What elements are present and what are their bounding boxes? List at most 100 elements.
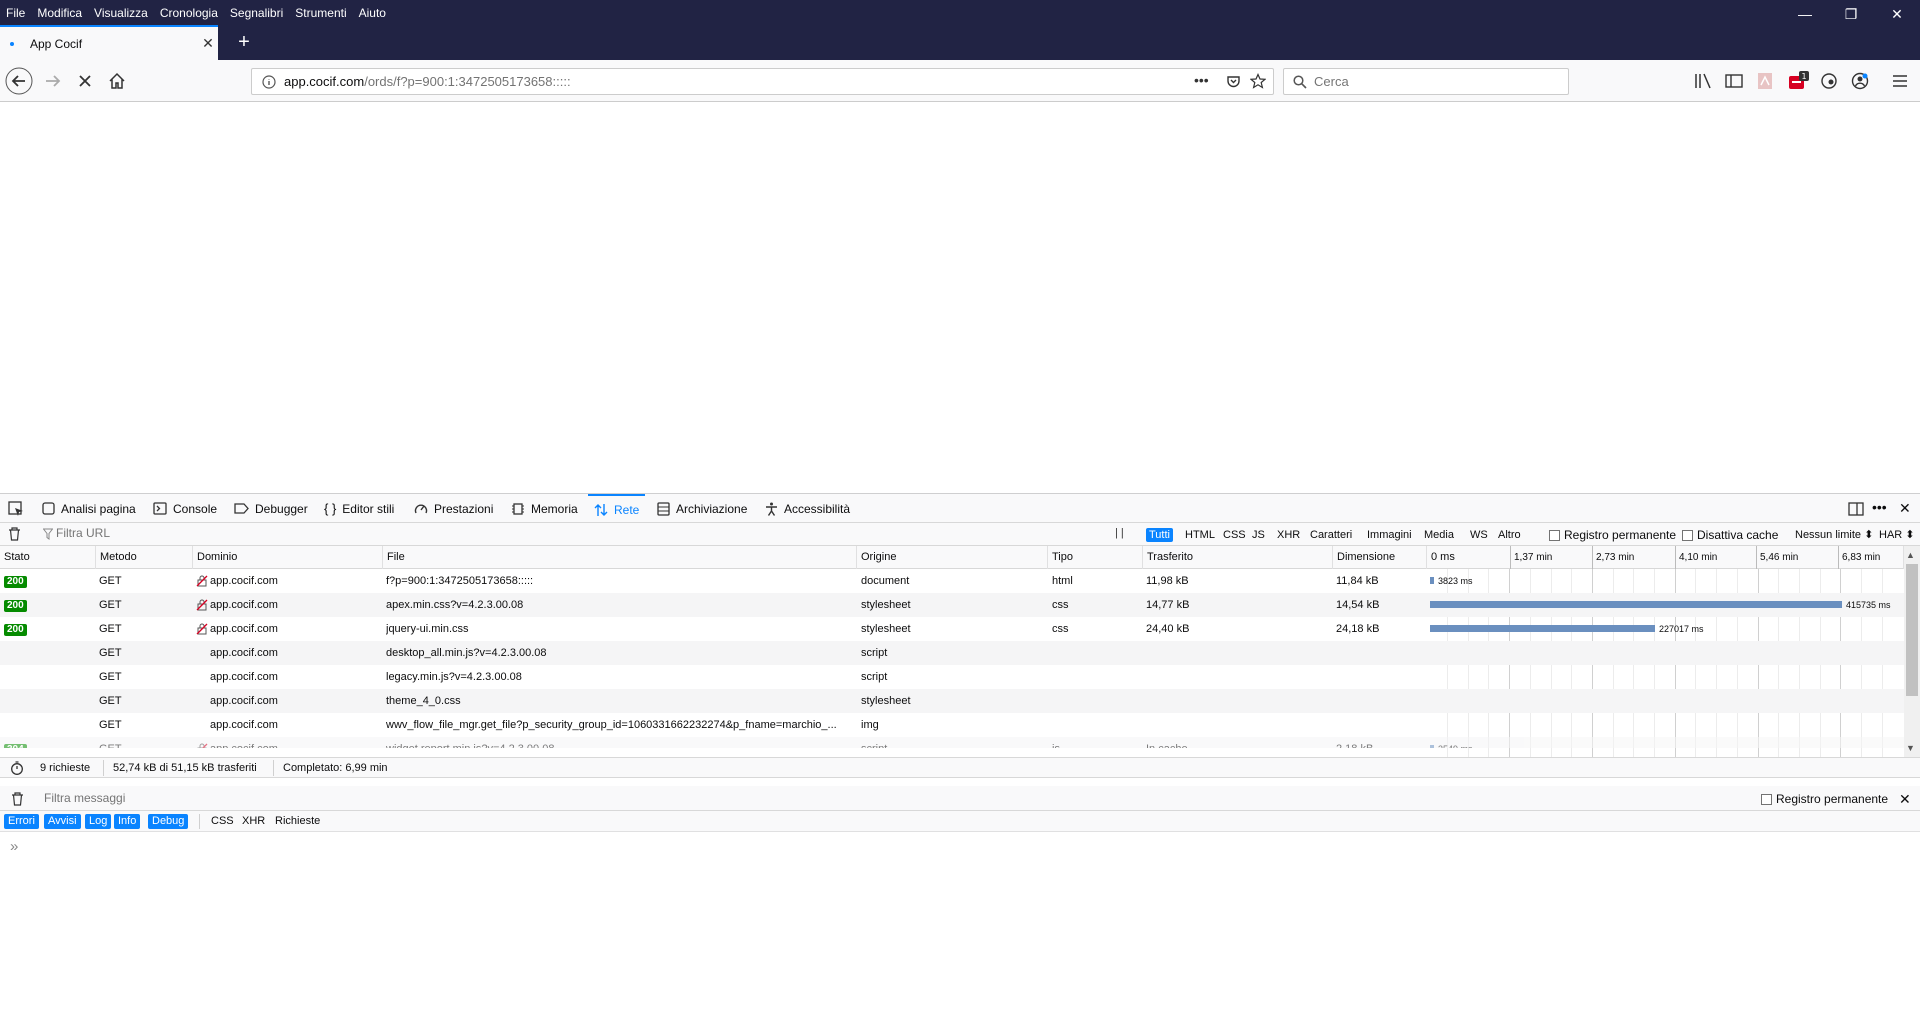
search-bar[interactable] [1283,68,1569,95]
persist-log-checkbox[interactable]: Registro permanente [1549,528,1676,542]
menu-modifica[interactable]: Modifica [31,6,88,20]
tab-archiviazione[interactable]: Archiviazione [657,494,747,523]
tab-debugger[interactable]: Debugger [234,494,308,523]
library-icon[interactable] [1694,73,1712,89]
filter-tutti[interactable]: Tutti [1146,528,1173,542]
filter-xhr[interactable]: XHR [1274,528,1303,542]
table-row[interactable]: 200 GET app.cocif.com jquery-ui.min.css styl… [0,617,1904,641]
col-dominio-header[interactable]: Dominio [193,546,383,569]
filter-caratteri[interactable]: Caratteri [1307,528,1355,542]
url-bar[interactable]: app.cocif.com/ords/f?p=900:1:34725051736… [251,68,1274,95]
filter-media[interactable]: Media [1421,528,1457,542]
close-tab-icon[interactable]: ✕ [198,35,218,52]
sidebar-icon[interactable] [1725,73,1743,89]
bookmark-star-icon[interactable] [1250,73,1266,89]
menu-file[interactable]: File [0,6,31,20]
col-timeline-header[interactable]: 0 ms [1427,546,1904,569]
filter-immagini[interactable]: Immagini [1364,528,1415,542]
back-button[interactable] [4,66,34,96]
close-split-console-icon[interactable]: ✕ [1899,791,1911,808]
menu-cronologia[interactable]: Cronologia [154,6,224,20]
filter-messages-input[interactable] [44,791,444,805]
filter-ws[interactable]: WS [1467,528,1491,542]
level-info[interactable]: Info [114,814,141,829]
tab-rete[interactable]: Rete [588,494,646,523]
category-css[interactable]: CSS [207,814,238,829]
transferred-cell [1146,689,1329,713]
extension-badge-icon[interactable]: 1 [1788,71,1810,91]
menu-visualizza[interactable]: Visualizza [88,6,154,20]
browser-tab[interactable]: App Cocif ✕ [0,25,218,60]
stop-button[interactable] [70,66,100,96]
category-xhr[interactable]: XHR [238,814,269,829]
col-stato-header[interactable]: Stato [0,546,96,569]
level-errori[interactable]: Errori [4,814,39,829]
page-content[interactable] [0,102,1920,493]
filter-url-input[interactable] [56,526,356,540]
col-dimensione-header[interactable]: Dimensione [1333,546,1427,569]
table-scrollbar[interactable]: ▲ ▼ [1904,546,1920,757]
pause-icon[interactable]: | | [1115,527,1124,539]
tab-editor-stili[interactable]: { } Editor stili [324,494,394,523]
scroll-down-icon[interactable]: ▼ [1906,743,1915,753]
info-icon[interactable] [262,75,276,89]
tab-analisi-pagina[interactable]: Analisi pagina [42,494,136,523]
filter-html[interactable]: HTML [1182,528,1218,542]
account-icon[interactable] [1851,72,1869,90]
table-row[interactable]: 200 GET app.cocif.com f?p=900:1:34725051736… [0,569,1904,593]
search-input[interactable] [1314,74,1554,89]
throttle-select[interactable]: Nessun limite ⬍ [1795,528,1873,541]
col-trasferito-header[interactable]: Trasferito [1143,546,1333,569]
table-row[interactable]: GET app.cocif.com wwv_flow_file_mgr.get_fi… [0,713,1904,737]
har-menu[interactable]: HAR ⬍ [1879,528,1915,541]
console-persist-checkbox[interactable]: Registro permanente [1761,792,1888,806]
pdf-extension-icon[interactable] [1757,72,1773,90]
menu-segnalibri[interactable]: Segnalibri [224,6,289,20]
stopwatch-icon[interactable] [10,761,24,775]
disable-cache-checkbox[interactable]: Disattiva cache [1682,528,1778,542]
type-cell [1052,641,1139,665]
close-devtools-icon[interactable]: ✕ [1899,500,1911,517]
table-row[interactable]: 304 GET app.cocif.com widget.report.min.js?… [0,737,1904,748]
level-avvisi[interactable]: Avvisi [44,814,81,829]
col-file-header[interactable]: File [383,546,857,569]
menu-strumenti[interactable]: Strumenti [289,6,352,20]
restore-button[interactable]: ❐ [1828,0,1874,28]
scroll-up-icon[interactable]: ▲ [1906,550,1915,560]
clear-console-icon[interactable] [11,792,24,806]
minimize-button[interactable]: — [1782,0,1828,28]
level-debug[interactable]: Debug [148,814,189,829]
table-row[interactable]: 200 GET app.cocif.com apex.min.css?v=4.2.3.… [0,593,1904,617]
table-row[interactable]: GET app.cocif.com desktop_all.min.js?v=4.2… [0,641,1904,665]
pocket-icon[interactable] [1226,74,1241,89]
tab-console[interactable]: Console [153,494,217,523]
eye-extension-icon[interactable] [1820,72,1838,90]
col-origine-header[interactable]: Origine [857,546,1048,569]
size-cell [1336,665,1423,689]
trash-icon[interactable] [8,527,21,541]
new-tab-button[interactable]: + [232,25,256,60]
hamburger-menu-icon[interactable] [1892,73,1908,89]
filter-altro[interactable]: Altro [1495,528,1524,542]
scroll-thumb[interactable] [1906,564,1918,696]
tab-memoria[interactable]: Memoria [511,494,578,523]
close-window-button[interactable]: ✕ [1874,0,1920,28]
tab-prestazioni[interactable]: Prestazioni [414,494,493,523]
table-row[interactable]: GET app.cocif.com theme_4_0.css stylesheet [0,689,1904,713]
more-options-icon[interactable]: ••• [1872,499,1887,515]
console-input-area[interactable]: » [0,832,1920,862]
level-log[interactable]: Log [85,814,112,829]
menu-aiuto[interactable]: Aiuto [353,6,392,20]
tab-accessibilita[interactable]: Accessibilità [765,494,850,523]
home-button[interactable] [102,66,132,96]
table-row[interactable]: GET app.cocif.com legacy.min.js?v=4.2.3.00… [0,665,1904,689]
col-metodo-header[interactable]: Metodo [96,546,193,569]
category-richieste[interactable]: Richieste [271,814,324,829]
forward-button[interactable] [38,66,68,96]
page-actions-icon[interactable]: ••• [1194,72,1209,88]
filter-js[interactable]: JS [1249,528,1268,542]
col-tipo-header[interactable]: Tipo [1048,546,1143,569]
element-picker-icon[interactable] [8,501,24,517]
dock-side-icon[interactable] [1848,501,1864,517]
filter-css[interactable]: CSS [1220,528,1249,542]
